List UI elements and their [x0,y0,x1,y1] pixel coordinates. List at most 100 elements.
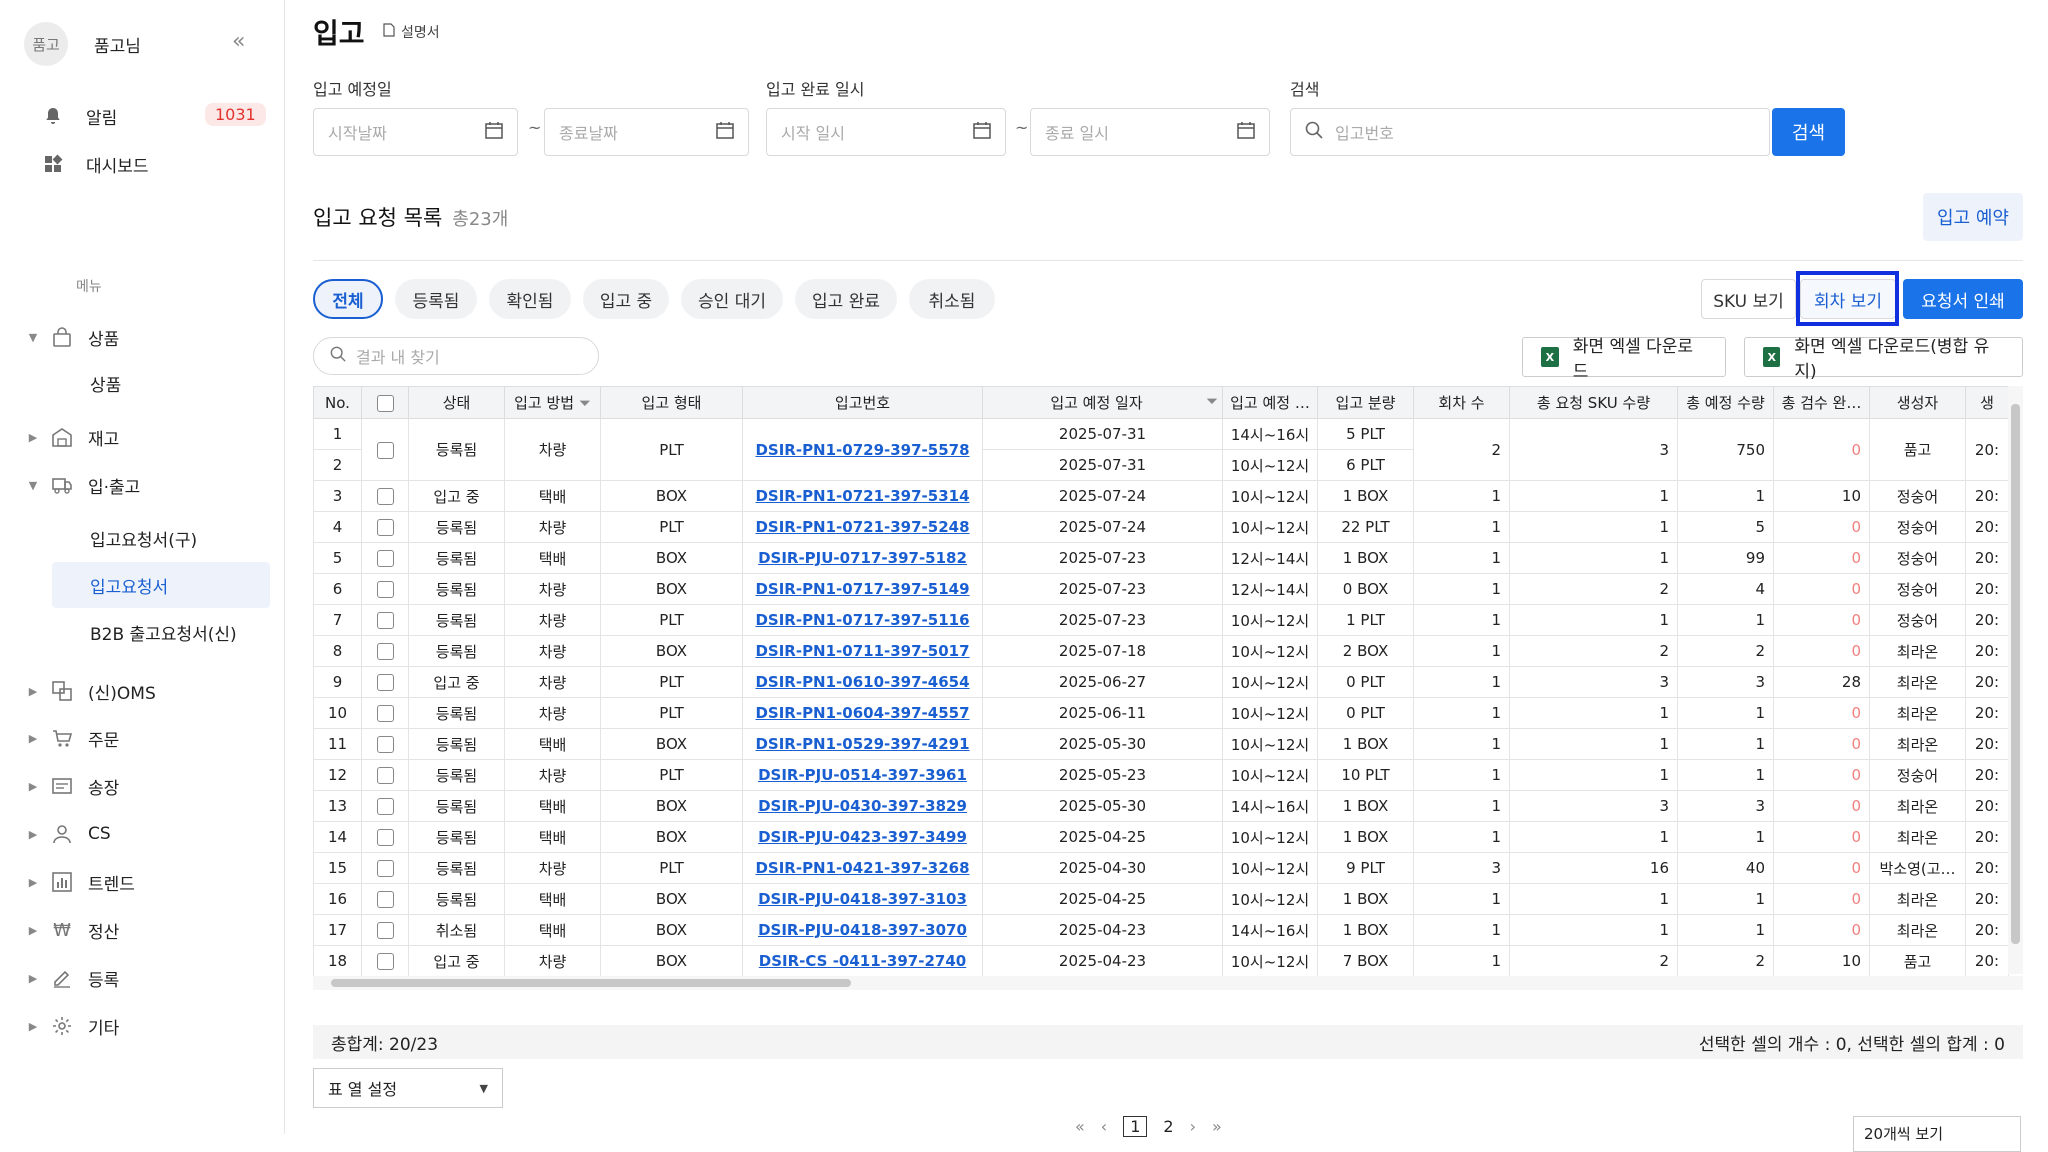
cell-chk[interactable] [361,511,409,543]
profile[interactable]: 품고 품고님 [24,22,141,66]
cell-chk[interactable] [361,945,409,977]
manual-link[interactable]: 설명서 [383,22,440,42]
row-checkbox[interactable] [376,736,394,753]
end-date-input[interactable]: 종료날짜 [544,108,749,156]
cell-chk[interactable] [361,852,409,884]
row-checkbox[interactable] [376,705,394,722]
column-header[interactable]: 상태 [408,386,505,419]
inbound-id-link[interactable]: DSIR-PJU-0418-397-3070 [758,921,967,939]
inbound-id-link[interactable]: DSIR-PN1-0717-397-5116 [755,611,969,629]
row-checkbox[interactable] [376,922,394,939]
search-button[interactable]: 검색 [1772,108,1845,156]
column-header[interactable]: 입고번호 [742,386,983,419]
reserve-button[interactable]: 입고 예약 [1923,193,2023,241]
cell-chk[interactable] [361,759,409,791]
excel-download-button[interactable]: X 화면 엑셀 다운로드 [1522,337,1726,382]
row-checkbox[interactable] [376,953,394,970]
table-row[interactable]: 9 입고 중 차량 PLT DSIR-PN1-0610-397-4654 2025-06-… [313,666,2009,698]
row-checkbox[interactable] [376,550,394,567]
vertical-scrollbar[interactable] [2008,386,2023,974]
table-row[interactable]: 14 등록됨 택배 BOX DSIR-PJU-0423-397-3499 2025-04-… [313,821,2009,853]
table-row[interactable]: 7 등록됨 차량 PLT DSIR-PN1-0717-397-5116 2025-07-2… [313,604,2009,636]
column-header[interactable]: 입고 형태 [600,386,743,419]
filter-icon[interactable]: ⏷ [1206,392,1218,410]
row-checkbox[interactable] [376,891,394,908]
inbound-id-link[interactable]: DSIR-PN1-0729-397-5578 [755,441,969,459]
cell-chk[interactable] [361,728,409,760]
sidebar-item-register[interactable]: ▶ 등록 [26,963,120,993]
inbound-id-link[interactable]: DSIR-PJU-0423-397-3499 [758,828,967,846]
table-row[interactable]: 8 등록됨 차량 BOX DSIR-PN1-0711-397-5017 2025-07-1… [313,635,2009,667]
tab-pending-approval[interactable]: 승인 대기 [681,279,783,319]
sidebar-item-dashboard[interactable]: 대시보드 [40,149,149,179]
cell-chk[interactable] [361,542,409,574]
column-header[interactable]: 생성자 [1869,386,1966,419]
cell-chk[interactable] [361,883,409,915]
inbound-id-link[interactable]: DSIR-PN1-0610-397-4654 [755,673,969,691]
inbound-id-link[interactable]: DSIR-CS -0411-397-2740 [759,952,966,970]
cell-checkbox[interactable] [361,418,409,481]
cell-chk[interactable] [361,604,409,636]
table-row[interactable]: 12 등록됨 차량 PLT DSIR-PJU-0514-397-3961 2025-05-… [313,759,2009,791]
vertical-scroll-thumb[interactable] [2011,404,2020,944]
tab-confirmed[interactable]: 확인됨 [489,279,571,319]
column-header[interactable]: 총 요청 SKU 수량 [1509,386,1678,419]
tab-all[interactable]: 전체 [313,279,383,319]
inbound-id-link[interactable]: DSIR-PN1-0604-397-4557 [755,704,969,722]
sidebar-item-product[interactable]: ▼ 상품 [26,322,119,352]
sidebar-item-settle[interactable]: ▶ ₩ 정산 [26,915,120,945]
start-date-input[interactable]: 시작날짜 [313,108,518,156]
column-header[interactable]: 입고 예정 … [1222,386,1318,419]
search-input[interactable]: 입고번호 [1290,108,1770,156]
sidebar-item-inout[interactable]: ▼ 입·출고 [26,470,141,500]
sidebar-item-etc[interactable]: ▶ 기타 [26,1011,119,1041]
table-row[interactable]: 16 등록됨 택배 BOX DSIR-PJU-0418-397-3103 2025-04-… [313,883,2009,915]
filter-icon[interactable]: ⏷ [579,394,591,412]
inbound-id-link[interactable]: DSIR-PN1-0717-397-5149 [755,580,969,598]
inbound-id-link[interactable]: DSIR-PN1-0711-397-5017 [755,642,969,660]
column-header[interactable]: No. [313,386,362,419]
sku-view-button[interactable]: SKU 보기 [1701,279,1796,319]
cell-chk[interactable] [361,666,409,698]
first-page-button[interactable]: « [1075,1117,1085,1136]
column-header[interactable]: 총 검수 완… [1773,386,1870,419]
column-header[interactable]: 회차 수 [1413,386,1510,419]
page-button[interactable]: 2 [1163,1117,1173,1136]
row-checkbox[interactable] [376,581,394,598]
row-checkbox[interactable] [376,860,394,877]
end-time-input[interactable]: 종료 일시 [1030,108,1270,156]
column-header[interactable]: 입고 방법 ⏷ [504,386,601,419]
sidebar-subitem-inbound-old[interactable]: 입고요청서(구) [90,523,197,553]
inbound-id-link[interactable]: DSIR-PN1-0529-397-4291 [755,735,969,753]
sidebar-item-invoice[interactable]: ▶ 송장 [26,771,119,801]
table-row[interactable]: 4 등록됨 차량 PLT DSIR-PN1-0721-397-5248 2025-07-2… [313,511,2009,543]
table-row[interactable]: 17 취소됨 택배 BOX DSIR-PJU-0418-397-3070 2025-04-… [313,914,2009,946]
sidebar-item-stock[interactable]: ▶ 재고 [26,422,119,452]
find-in-results-input[interactable]: 결과 내 찾기 [313,337,599,375]
page-size-select[interactable]: 20개씩 보기 [1853,1116,2021,1152]
tab-registered[interactable]: 등록됨 [395,279,477,319]
cell-chk[interactable] [361,790,409,822]
sidebar-subitem-inbound[interactable]: 입고요청서 [52,562,270,608]
cell-chk[interactable] [361,821,409,853]
row-checkbox[interactable] [376,519,394,536]
horizontal-scroll-thumb[interactable] [331,979,851,987]
row-checkbox[interactable] [376,829,394,846]
column-header[interactable]: 입고 예정 일자 ⏷ [982,386,1223,419]
table-row[interactable]: 1 등록됨 차량 PLT DSIR-PN1-0729-397-5578 2025… [313,418,2009,481]
select-all-checkbox[interactable] [376,394,394,412]
inbound-id-link[interactable]: DSIR-PN1-0721-397-5248 [755,518,969,536]
last-page-button[interactable]: » [1212,1117,1222,1136]
row-checkbox[interactable] [376,441,394,459]
cell-chk[interactable] [361,697,409,729]
row-checkbox[interactable] [376,767,394,784]
print-request-button[interactable]: 요청서 인쇄 [1903,279,2023,319]
inbound-id-link[interactable]: DSIR-PJU-0514-397-3961 [758,766,967,784]
excel-download-merge-button[interactable]: X 화면 엑셀 다운로드(병합 유지) [1744,337,2023,382]
prev-page-button[interactable]: ‹ [1101,1117,1107,1136]
row-checkbox[interactable] [376,488,394,505]
table-row[interactable]: 10 등록됨 차량 PLT DSIR-PN1-0604-397-4557 2025-06-… [313,697,2009,729]
column-setting-select[interactable]: 표 열 설정 ▼ [313,1068,503,1108]
sidebar-subitem-product[interactable]: 상품 [90,368,121,398]
inbound-id-link[interactable]: DSIR-PJU-0418-397-3103 [758,890,967,908]
